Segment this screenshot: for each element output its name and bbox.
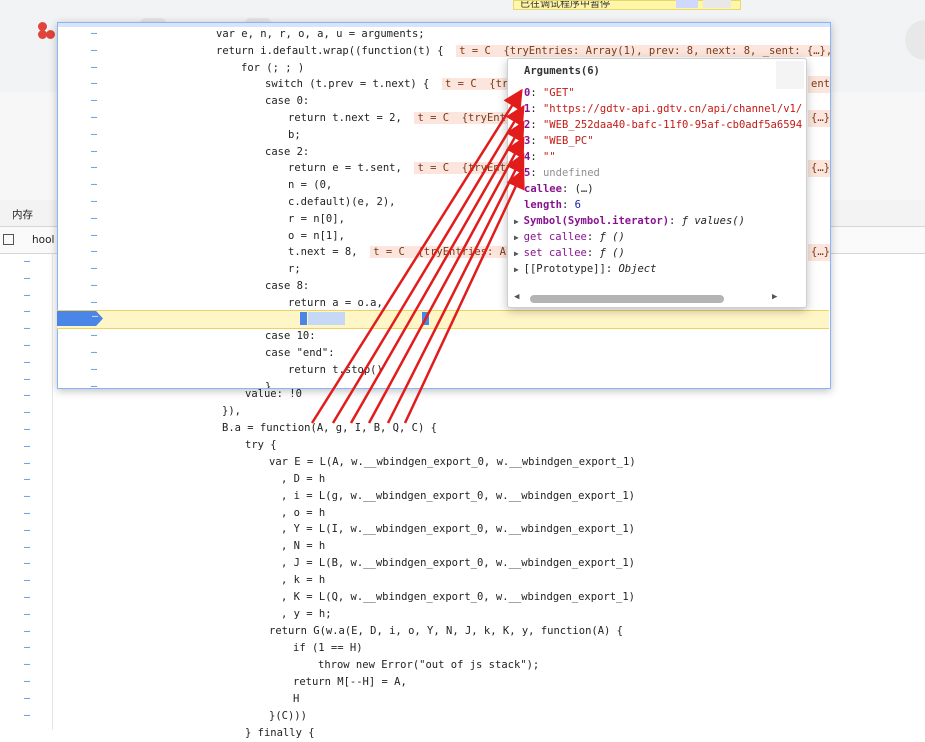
annotation-arrow (310, 88, 523, 424)
annotation-arrow (349, 120, 525, 424)
annotation-arrow (367, 136, 525, 424)
annotation-arrows (310, 88, 525, 424)
